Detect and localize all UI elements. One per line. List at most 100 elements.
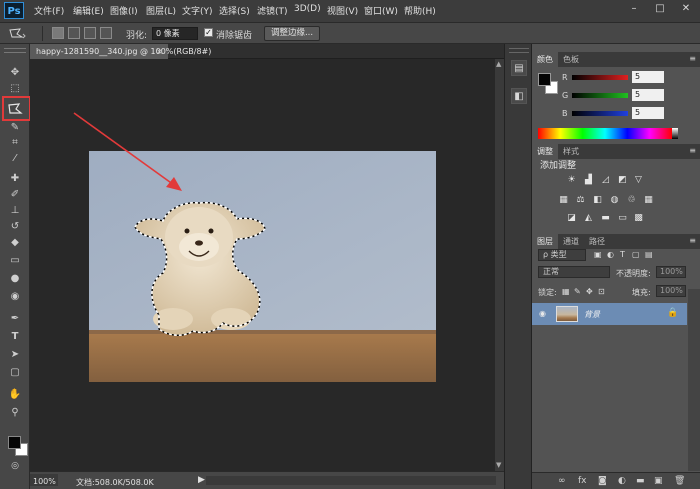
layer-kind-filter[interactable]: ρ 类型 [538, 249, 586, 261]
filter-shape-icon[interactable]: ▢ [632, 250, 640, 259]
tab-channels[interactable]: 通道 [558, 234, 584, 249]
channel-r-slider[interactable] [572, 75, 628, 80]
polygonal-lasso-preset-icon[interactable] [8, 27, 26, 40]
menu-filter[interactable]: 滤镜(T) [257, 4, 288, 17]
hue-saturation-icon[interactable]: ▦ [558, 195, 569, 205]
channel-r-value[interactable]: 5 [632, 71, 664, 83]
link-layers-icon[interactable]: ∞ [558, 476, 566, 486]
menu-view[interactable]: 视图(V) [327, 4, 358, 17]
menu-type[interactable]: 文字(Y) [182, 4, 213, 17]
channel-b-slider[interactable] [572, 111, 628, 116]
panel-menu-icon[interactable]: ≡ [689, 146, 696, 155]
gradient-map-icon[interactable]: ▭ [617, 213, 628, 223]
scroll-down-icon[interactable]: ▼ [496, 461, 501, 469]
tab-paths[interactable]: 路径 [584, 234, 610, 249]
properties-panel-icon[interactable]: ◧ [511, 88, 527, 104]
crop-icon[interactable]: ⌗ [7, 136, 23, 150]
tab-swatches[interactable]: 色板 [558, 52, 584, 67]
panel-menu-icon[interactable]: ≡ [689, 236, 696, 245]
move-icon[interactable]: ✥ [7, 66, 23, 80]
foreground-color-swatch[interactable] [8, 436, 21, 449]
tab-styles[interactable]: 样式 [558, 144, 584, 159]
channel-g-value[interactable]: 5 [632, 89, 664, 101]
black-white-icon[interactable]: ◧ [592, 195, 603, 205]
menu-help[interactable]: 帮助(H) [404, 4, 436, 17]
dock-grip[interactable] [509, 48, 529, 53]
zoom-level[interactable]: 100% [33, 477, 56, 486]
vertical-scrollbar[interactable] [495, 59, 504, 471]
intersect-selection-button[interactable] [100, 27, 112, 39]
menu-window[interactable]: 窗口(W) [364, 4, 398, 17]
eraser-icon[interactable]: ◆ [7, 236, 23, 250]
lock-pixels-icon[interactable]: ✎ [574, 287, 581, 296]
pen-icon[interactable]: ✒ [7, 312, 23, 326]
vibrance-icon[interactable]: ▽ [633, 175, 644, 185]
toolbox-grip[interactable] [4, 48, 26, 53]
healing-brush-icon[interactable]: ✚ [7, 172, 23, 186]
maximize-button[interactable]: □ [652, 2, 668, 16]
quick-select-icon[interactable]: ✎ [7, 121, 23, 135]
layers-scrollbar[interactable] [688, 289, 700, 471]
layer-mask-icon[interactable]: ◙ [598, 476, 607, 486]
zoom-icon[interactable]: ⚲ [7, 406, 23, 420]
brush-icon[interactable]: ✐ [7, 188, 23, 202]
channel-b-value[interactable]: 5 [632, 107, 664, 119]
selective-color-icon[interactable]: ▩ [633, 213, 644, 223]
status-menu-arrow-icon[interactable]: ▶ [198, 475, 205, 485]
opacity-input[interactable]: 100% [656, 266, 686, 278]
filter-smart-icon[interactable]: ▤ [645, 250, 653, 259]
dodge-icon[interactable]: ◉ [7, 290, 23, 304]
menu-3d[interactable]: 3D(D) [294, 4, 321, 14]
lock-position-icon[interactable]: ✥ [586, 287, 593, 296]
scroll-up-icon[interactable]: ▲ [496, 60, 501, 68]
blur-icon[interactable]: ● [7, 272, 23, 286]
color-spectrum-bar[interactable] [538, 128, 672, 139]
layer-name[interactable]: 背景 [584, 309, 600, 320]
type-icon[interactable]: T [7, 330, 23, 344]
brightness-icon[interactable]: ☀ [566, 175, 577, 185]
menu-edit[interactable]: 编辑(E) [73, 4, 104, 17]
fill-input[interactable]: 100% [656, 285, 686, 297]
tab-color[interactable]: 颜色 [532, 52, 558, 67]
menu-file[interactable]: 文件(F) [34, 4, 64, 17]
tab-layers[interactable]: 图层 [532, 234, 558, 249]
menu-select[interactable]: 选择(S) [219, 4, 250, 17]
exposure-icon[interactable]: ◩ [617, 175, 628, 185]
menu-image[interactable]: 图像(I) [110, 4, 138, 17]
photo-filter-icon[interactable]: ◍ [609, 195, 620, 205]
color-lookup-icon[interactable]: ▦ [643, 195, 654, 205]
shape-icon[interactable]: ▢ [7, 366, 23, 380]
layer-style-icon[interactable]: fx [578, 476, 587, 486]
delete-layer-icon[interactable]: 🗑 [674, 476, 685, 486]
path-select-icon[interactable]: ➤ [7, 348, 23, 362]
filter-type-icon[interactable]: T [620, 250, 625, 259]
levels-icon[interactable]: ▟ [583, 175, 594, 185]
refine-edge-button[interactable]: 调整边缘... [264, 26, 320, 41]
antialias-checkbox[interactable]: ✓ [204, 28, 213, 37]
posterize-icon[interactable]: ◭ [583, 213, 594, 223]
hand-icon[interactable]: ✋ [7, 388, 23, 402]
minimize-button[interactable]: – [626, 2, 642, 16]
add-selection-button[interactable] [68, 27, 80, 39]
marquee-icon[interactable]: ⬚ [7, 82, 23, 96]
channel-mixer-icon[interactable]: ♲ [626, 195, 637, 205]
menu-layer[interactable]: 图层(L) [146, 4, 176, 17]
threshold-icon[interactable]: ▬ [600, 213, 611, 223]
lock-transparent-icon[interactable]: ▦ [562, 287, 570, 296]
filter-pixel-icon[interactable]: ▣ [594, 250, 602, 259]
new-selection-button[interactable] [52, 27, 64, 39]
grayscale-bar[interactable] [672, 128, 678, 139]
clone-stamp-icon[interactable]: ⊥ [7, 204, 23, 218]
invert-icon[interactable]: ◪ [566, 213, 577, 223]
canvas-area[interactable] [30, 59, 495, 471]
history-brush-icon[interactable]: ↺ [7, 220, 23, 234]
lock-all-icon[interactable]: ⊡ [598, 287, 605, 296]
close-button[interactable]: ✕ [678, 2, 694, 16]
new-group-icon[interactable]: ▬ [636, 476, 645, 486]
document-tab-close-icon[interactable]: × [156, 44, 163, 59]
horizontal-scrollbar[interactable] [206, 476, 496, 485]
foreground-color-swatch[interactable] [538, 73, 551, 86]
feather-input[interactable]: 0 像素 [152, 27, 198, 40]
curves-icon[interactable]: ◿ [600, 175, 611, 185]
adjustment-layer-icon[interactable]: ◐ [618, 476, 626, 486]
